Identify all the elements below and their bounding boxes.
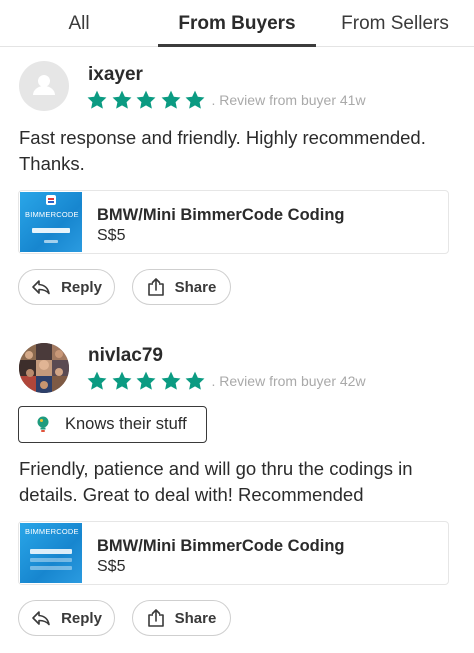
review-age: 42w: [339, 373, 366, 389]
listing-card[interactable]: BIMMERCODE BMW/Mini BimmerCode Coding S$…: [18, 190, 449, 254]
rating-stars: . Review from buyer 42w: [86, 370, 366, 392]
star-icon: [185, 371, 205, 390]
listing-title: BMW/Mini BimmerCode Coding: [97, 206, 345, 224]
share-button[interactable]: Share: [132, 269, 231, 305]
tab-all[interactable]: All: [0, 0, 158, 46]
review-age: 41w: [339, 92, 366, 108]
default-avatar-icon: [33, 75, 55, 95]
rating-stars: . Review from buyer 41w: [86, 89, 366, 111]
review-meta: . Review from buyer 42w: [212, 373, 366, 389]
review-text: Friendly, patience and will go thru the …: [19, 458, 413, 505]
review-source: . Review from buyer: [211, 92, 336, 108]
star-icon: [161, 90, 180, 109]
share-label: Share: [174, 278, 217, 296]
listing-title: BMW/Mini BimmerCode Coding: [97, 537, 345, 555]
reply-label: Reply: [61, 609, 102, 627]
username[interactable]: nivlac79: [88, 345, 163, 367]
star-icon: [136, 371, 156, 390]
reply-button[interactable]: Reply: [18, 269, 115, 305]
user-photo-icon: [19, 343, 69, 393]
listing-card[interactable]: BIMMERCODE BMW/Mini BimmerCode Coding S$…: [18, 521, 449, 585]
badge-label: Knows their stuff: [65, 415, 187, 433]
listing-price: S$5: [97, 558, 126, 575]
reply-icon: [32, 611, 50, 626]
star-icon: [112, 90, 131, 109]
share-icon: [147, 278, 164, 296]
tab-from-buyers-label: From Buyers: [178, 13, 296, 34]
listing-thumbnail: BIMMERCODE: [20, 192, 82, 252]
reply-label: Reply: [61, 278, 102, 296]
star-icon: [87, 371, 107, 390]
listing-thumb-brand: BIMMERCODE: [25, 527, 79, 536]
lightbulb-icon: [37, 416, 49, 432]
review-source: . Review from buyer: [211, 373, 336, 389]
username[interactable]: ixayer: [88, 64, 143, 86]
review-tabs: All From Buyers From Sellers: [0, 0, 474, 47]
bimmercode-logo-icon: [32, 195, 70, 243]
star-icon: [112, 371, 131, 390]
reply-button[interactable]: Reply: [18, 600, 115, 636]
tab-from-buyers[interactable]: From Buyers: [158, 0, 316, 47]
compliment-badge: Knows their stuff: [18, 406, 207, 443]
listing-price: S$5: [97, 227, 126, 244]
avatar[interactable]: [19, 343, 69, 393]
review-text: Fast response and friendly. Highly recom…: [19, 127, 426, 174]
tab-from-sellers[interactable]: From Sellers: [316, 0, 474, 46]
active-tab-indicator: [158, 44, 316, 47]
share-label: Share: [174, 609, 217, 627]
avatar[interactable]: [19, 61, 69, 111]
share-icon: [147, 609, 164, 627]
listing-thumbnail: BIMMERCODE: [20, 523, 82, 583]
reply-icon: [32, 280, 50, 295]
star-icon: [161, 371, 180, 390]
star-icon: [136, 90, 156, 109]
star-icon: [87, 90, 107, 109]
share-button[interactable]: Share: [132, 600, 231, 636]
listing-thumb-brand: BIMMERCODE: [25, 210, 79, 219]
review-meta: . Review from buyer 41w: [212, 92, 366, 108]
star-icon: [185, 90, 205, 109]
